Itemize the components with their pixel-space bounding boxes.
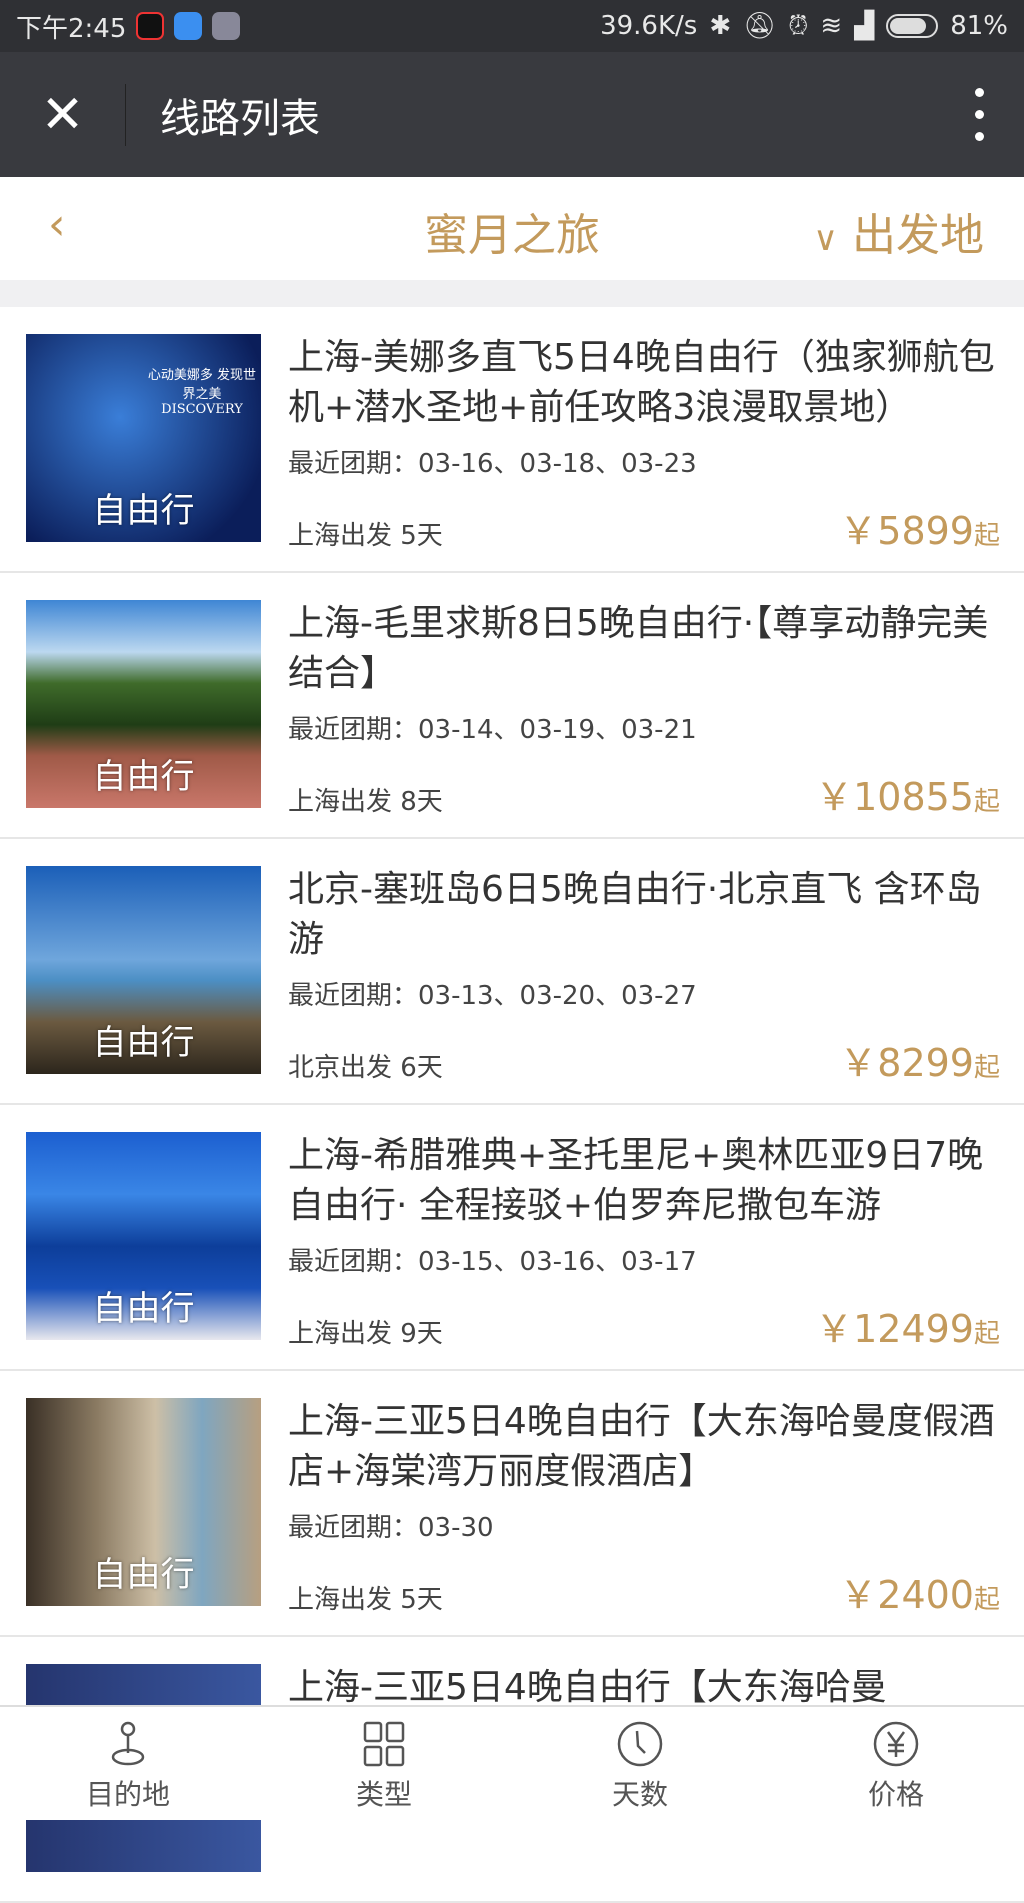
departure-dates: 最近团期：03-13、03-20、03-27 xyxy=(288,981,697,1011)
departure-label: 出发地 xyxy=(852,210,984,261)
nav-label: 目的地 xyxy=(85,1778,170,1811)
wifi-icon: ≋ xyxy=(820,11,843,41)
departure-dates: 最近团期：03-15、03-16、03-17 xyxy=(288,1247,697,1277)
origin-duration: 上海出发 9天 xyxy=(288,1319,443,1349)
route-list: 心动美娜多 发现世界之美 DISCOVERY 自由行 上海-美娜多直飞5日4晚自… xyxy=(0,307,1024,1903)
list-item[interactable]: 自由行 上海-三亚5日4晚自由行【大东海哈曼度假酒店+海棠湾万丽度假酒店】 最近… xyxy=(0,1371,1024,1637)
nav-label: 天数 xyxy=(611,1778,668,1811)
price: ￥10855起 xyxy=(815,775,1000,819)
mute-icon: 🔕︎ xyxy=(743,11,777,41)
close-icon: ✕ xyxy=(40,84,85,145)
route-title: 上海-毛里求斯8日5晚自由行·【尊享动静完美结合】 xyxy=(288,603,989,694)
origin-duration: 上海出发 5天 xyxy=(288,1585,443,1615)
type-tag: 自由行 xyxy=(92,757,195,797)
thumbnail: 心动美娜多 发现世界之美 DISCOVERY 自由行 xyxy=(26,334,261,542)
route-title: 上海-三亚5日4晚自由行【大东海哈曼度假酒店+海棠湾万丽度假酒店】 xyxy=(288,1401,995,1492)
nav-destination[interactable]: 目的地 xyxy=(0,1707,256,1820)
thumbnail: 自由行 xyxy=(26,1132,261,1340)
departure-dates: 最近团期：03-16、03-18、03-23 xyxy=(288,449,697,479)
type-tag: 自由行 xyxy=(92,491,195,531)
location-pin-icon xyxy=(111,1721,145,1766)
page-title: 线路列表 xyxy=(160,95,320,142)
departure-dates: 最近团期：03-30 xyxy=(288,1513,494,1543)
nav-price[interactable]: 价格 xyxy=(768,1707,1024,1820)
origin-duration: 上海出发 8天 xyxy=(288,787,443,817)
type-tag: 自由行 xyxy=(92,1555,195,1595)
thumbnail: 自由行 xyxy=(26,1398,261,1606)
nav-label: 价格 xyxy=(867,1778,924,1811)
divider xyxy=(125,83,126,146)
network-speed: 39.6K/s xyxy=(600,11,698,41)
chevron-down-icon: ∨ xyxy=(813,219,838,259)
nav-label: 类型 xyxy=(355,1778,412,1811)
cloud-icon xyxy=(174,12,203,40)
departure-filter[interactable]: ∨ 出发地 xyxy=(813,199,984,263)
list-item[interactable]: 心动美娜多 发现世界之美 DISCOVERY 自由行 上海-美娜多直飞5日4晚自… xyxy=(0,307,1024,573)
price: ￥2400起 xyxy=(839,1573,1000,1617)
status-bar: 下午2:45 39.6K/s ✱ 🔕︎ ⏰︎ ≋ ▟ 81% xyxy=(0,0,1024,52)
type-tag: 自由行 xyxy=(92,1023,195,1063)
route-title: 北京-塞班岛6日5晚自由行·北京直飞 含环岛游 xyxy=(288,869,982,960)
route-title: 上海-美娜多直飞5日4晚自由行（独家狮航包机+潜水圣地+前任攻略3浪漫取景地） xyxy=(288,337,995,428)
battery-icon xyxy=(886,14,939,38)
nav-days[interactable]: 天数 xyxy=(512,1707,768,1820)
signal-icon: ▟ xyxy=(854,11,875,41)
price: ￥5899起 xyxy=(839,509,1000,553)
close-button[interactable]: ✕ xyxy=(0,52,125,177)
thumbnail: 自由行 xyxy=(26,600,261,808)
price: ￥8299起 xyxy=(839,1041,1000,1085)
thumbnail-text: 心动美娜多 发现世界之美 DISCOVERY xyxy=(147,368,257,417)
thumbnail: 自由行 xyxy=(26,866,261,1074)
app-icon xyxy=(212,12,241,40)
list-item[interactable]: 自由行 上海-毛里求斯8日5晚自由行·【尊享动静完美结合】 最近团期：03-14… xyxy=(0,573,1024,839)
bottom-nav: 目的地 类型 天数 价格 xyxy=(0,1705,1024,1820)
origin-duration: 上海出发 5天 xyxy=(288,521,443,551)
nav-type[interactable]: 类型 xyxy=(256,1707,512,1820)
yuan-icon xyxy=(873,1721,919,1767)
grid-icon xyxy=(363,1721,405,1767)
bluetooth-icon: ✱ xyxy=(709,11,732,41)
origin-duration: 北京出发 6天 xyxy=(288,1053,443,1083)
tiktok-icon xyxy=(136,12,165,40)
departure-dates: 最近团期：03-14、03-19、03-21 xyxy=(288,715,697,745)
list-item[interactable]: 自由行 上海-希腊雅典+圣托里尼+奥林匹亚9日7晚自由行· 全程接驳+伯罗奔尼撒… xyxy=(0,1105,1024,1371)
alarm-icon: ⏰︎ xyxy=(788,10,809,41)
back-button[interactable]: ‹ xyxy=(48,199,66,250)
battery-percent: 81% xyxy=(950,11,1008,41)
clock-icon xyxy=(617,1721,663,1767)
sub-header: 蜜月之旅 ‹ ∨ 出发地 xyxy=(0,177,1024,280)
list-item[interactable]: 自由行 北京-塞班岛6日5晚自由行·北京直飞 含环岛游 最近团期：03-13、0… xyxy=(0,839,1024,1105)
price: ￥12499起 xyxy=(815,1307,1000,1351)
type-tag: 自由行 xyxy=(92,1289,195,1329)
time: 下午2:45 xyxy=(16,13,127,44)
more-menu-button[interactable] xyxy=(934,88,1024,141)
route-title: 上海-希腊雅典+圣托里尼+奥林匹亚9日7晚自由行· 全程接驳+伯罗奔尼撒包车游 xyxy=(288,1135,984,1226)
title-bar: ✕ 线路列表 xyxy=(0,52,1024,177)
